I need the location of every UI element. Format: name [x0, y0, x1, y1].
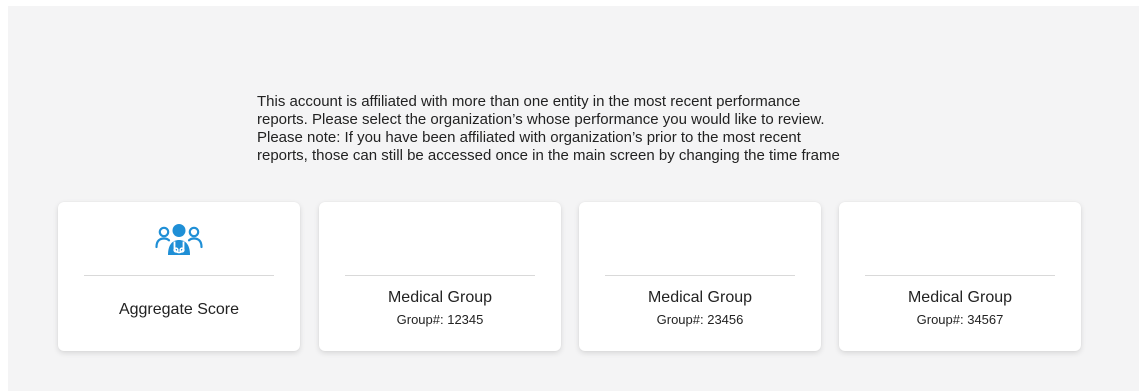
group-number: Group#: 34567	[916, 312, 1004, 327]
medical-group-card-12345[interactable]: Medical Group Group#: 12345	[319, 202, 561, 351]
affiliation-message: This account is affiliated with more tha…	[257, 93, 917, 165]
medical-group-card-34567[interactable]: Medical Group Group#: 34567	[839, 202, 1081, 351]
group-number: Group#: 12345	[396, 312, 484, 327]
message-line: reports, those can still be accessed onc…	[257, 147, 840, 164]
medical-team-icon	[155, 223, 203, 257]
medical-group-card-23456[interactable]: Medical Group Group#: 23456	[579, 202, 821, 351]
card-divider	[605, 275, 795, 276]
card-divider	[345, 275, 535, 276]
group-number: Group#: 23456	[656, 312, 744, 327]
card-divider	[84, 275, 274, 276]
card-title: Aggregate Score	[118, 301, 240, 318]
message-line: reports. Please select the organization’…	[257, 111, 825, 128]
message-line: This account is affiliated with more tha…	[257, 93, 801, 110]
message-line: Please note: If you have been affiliated…	[257, 129, 801, 146]
card-title: Medical Group	[907, 289, 1013, 306]
card-divider	[865, 275, 1055, 276]
aggregate-score-card[interactable]: Aggregate Score	[58, 202, 300, 351]
card-title: Medical Group	[647, 289, 753, 306]
card-title: Medical Group	[387, 289, 493, 306]
